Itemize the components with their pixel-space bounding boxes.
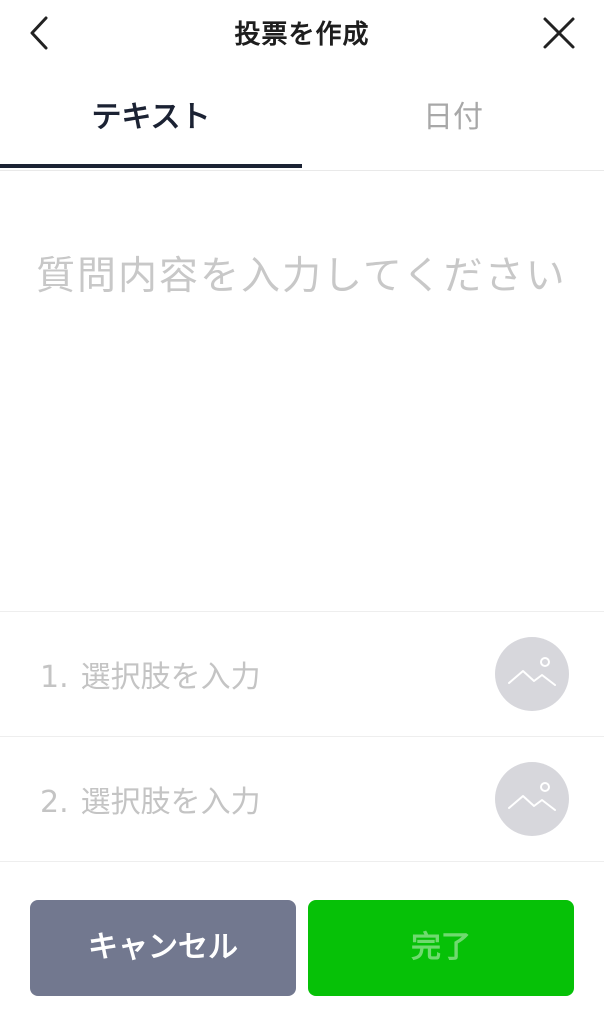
active-tab-indicator	[0, 164, 302, 168]
option-row: 1. 選択肢を入力	[0, 612, 604, 737]
cancel-button[interactable]: キャンセル	[30, 900, 296, 996]
image-icon	[508, 782, 556, 811]
option-row: 2. 選択肢を入力	[0, 737, 604, 862]
question-input[interactable]: 質問内容を入力してください	[36, 245, 576, 325]
page-title: 投票を作成	[234, 20, 370, 50]
option-input[interactable]: 1. 選択肢を入力	[40, 652, 261, 696]
tab-date[interactable]: 日付	[302, 78, 604, 168]
tab-bar: テキスト 日付	[0, 78, 604, 171]
option-number: 2.	[40, 785, 69, 820]
add-image-button[interactable]	[495, 762, 569, 836]
done-button[interactable]: 完了	[308, 900, 574, 996]
option-input[interactable]: 2. 選択肢を入力	[40, 777, 261, 821]
header-bar: 投票を作成	[0, 0, 604, 66]
option-number: 1.	[40, 660, 69, 695]
footer-actions: キャンセル 完了	[0, 868, 604, 1024]
close-icon	[543, 17, 575, 49]
close-button[interactable]	[536, 10, 582, 56]
add-image-button[interactable]	[495, 637, 569, 711]
option-placeholder: 選択肢を入力	[80, 785, 261, 820]
image-icon	[508, 657, 556, 686]
tab-text[interactable]: テキスト	[0, 78, 302, 168]
option-placeholder: 選択肢を入力	[80, 660, 261, 695]
